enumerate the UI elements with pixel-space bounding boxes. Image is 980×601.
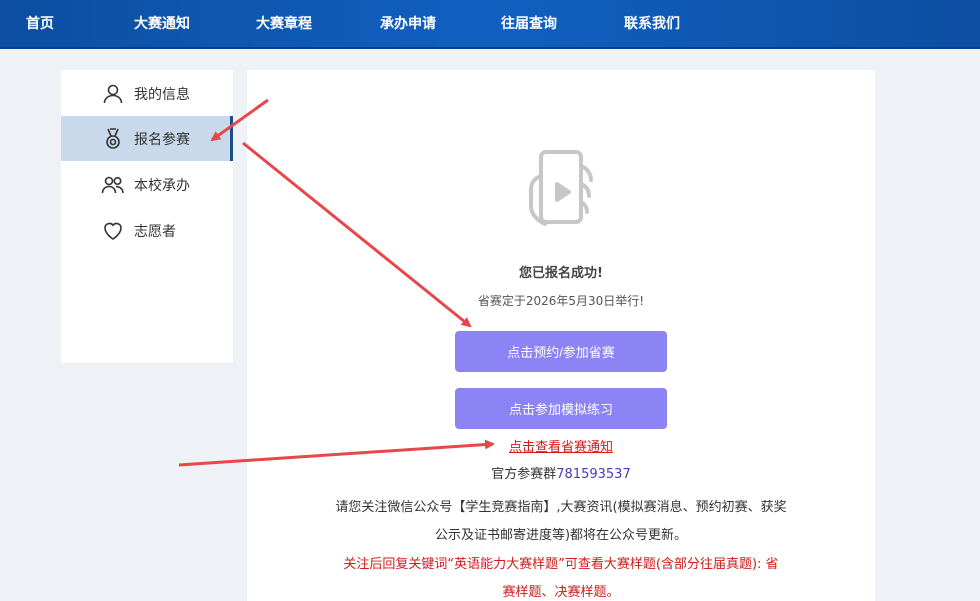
sidebar-item-volunteer[interactable]: 志愿者 [61,208,233,253]
nav-rules[interactable]: 大赛章程 [256,13,312,33]
date-note: 省赛定于2026年5月30日举行! [477,294,645,308]
main-panel: 您已报名成功! 省赛定于2026年5月30日举行! 点击预约/参加省赛 点击参加… [247,70,875,601]
nav-contact[interactable]: 联系我们 [624,13,680,33]
sidebar-item-school-host[interactable]: 本校承办 [61,162,233,207]
phone-video-icon [529,150,593,226]
sidebar-item-label: 我的信息 [134,86,190,103]
medal-icon [106,127,120,149]
wechat-follow-line1: 请您关注微信公众号【学生竞赛指南】,大赛资讯(模拟赛消息、预约初赛、获奖 [335,500,787,515]
provincial-notice-link[interactable]: 点击查看省赛通知 [247,436,875,455]
heart-icon [104,222,122,240]
sample-keyword-text: 关注后回复关键词“英语能力大赛样题”可查看大赛样题(含部分往届真题): 省 赛样… [307,551,815,601]
sidebar-item-my-info[interactable]: 我的信息 [61,71,233,116]
wechat-follow-line2: 公示及证书邮寄进度等)都将在公众号更新。 [434,528,688,543]
users-icon [101,176,124,193]
sample-keyword-line2: 赛样题、决赛样题。 [502,585,620,600]
nav-home[interactable]: 首页 [26,13,54,33]
nav-history[interactable]: 往届查询 [501,13,557,33]
sample-keyword-line1: 关注后回复关键词“英语能力大赛样题”可查看大赛样题(含部分往届真题): 省 [343,557,779,572]
sidebar-item-label: 本校承办 [134,177,190,194]
sidebar: 我的信息 报名参赛 本校承办 志愿者 [61,70,233,363]
practice-mock-button[interactable]: 点击参加模拟练习 [455,388,667,429]
official-group-line: 官方参赛群781593537 [247,463,875,482]
sidebar-item-register[interactable]: 报名参赛 [61,116,233,161]
top-nav-bar: 首页 大赛通知 大赛章程 承办申请 往届查询 联系我们 [0,0,980,49]
sidebar-item-label: 报名参赛 [134,131,190,148]
group-label: 官方参赛群 [491,467,557,482]
group-number: 781593537 [556,467,631,482]
nav-notices[interactable]: 大赛通知 [134,13,190,33]
wechat-follow-text: 请您关注微信公众号【学生竞赛指南】,大赛资讯(模拟赛消息、预约初赛、获奖 公示及… [307,494,815,550]
nav-host-apply[interactable]: 承办申请 [380,13,436,33]
success-title: 您已报名成功! [519,266,603,281]
user-icon [103,84,123,103]
sidebar-item-label: 志愿者 [134,223,176,240]
reserve-provincial-button[interactable]: 点击预约/参加省赛 [455,331,667,372]
